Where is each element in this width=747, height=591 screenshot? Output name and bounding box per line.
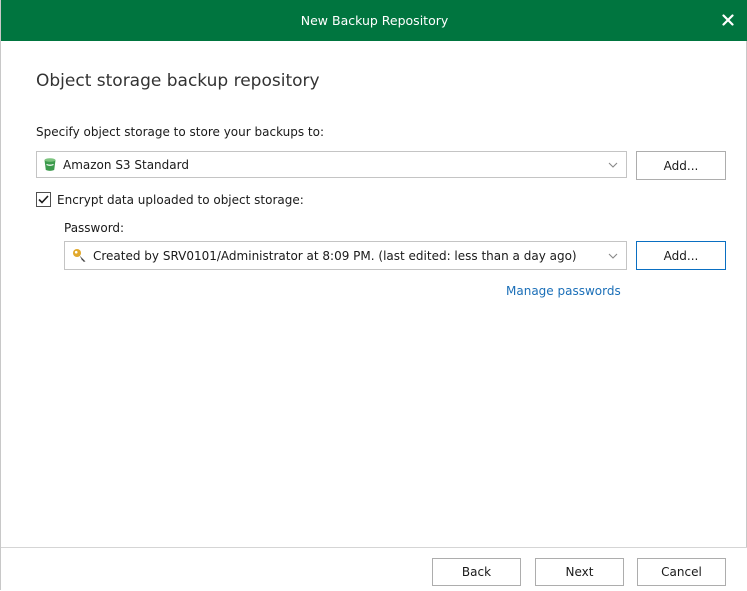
password-value: Created by SRV0101/Administrator at 8:09…	[93, 248, 577, 263]
back-button[interactable]: Back	[432, 558, 521, 586]
encrypt-checkbox[interactable]	[36, 192, 51, 207]
close-button[interactable]	[716, 8, 740, 32]
dialog-window: New Backup Repository Object storage bac…	[0, 0, 747, 591]
add-storage-button[interactable]: Add...	[636, 151, 726, 180]
next-button[interactable]: Next	[535, 558, 624, 586]
window-title: New Backup Repository	[300, 13, 449, 28]
chevron-down-icon	[600, 152, 626, 177]
chevron-down-icon	[600, 242, 626, 269]
dialog-footer: Back Next Cancel	[1, 547, 747, 591]
key-icon	[71, 248, 87, 263]
storage-label: Specify object storage to store your bac…	[36, 125, 325, 139]
title-bar: New Backup Repository	[1, 0, 747, 41]
password-dropdown[interactable]: Created by SRV0101/Administrator at 8:09…	[64, 241, 627, 270]
password-label: Password:	[64, 221, 125, 235]
object-storage-dropdown[interactable]: Amazon S3 Standard	[36, 151, 627, 178]
encrypt-label: Encrypt data uploaded to object storage:	[57, 193, 304, 207]
section-title: Object storage backup repository	[36, 71, 320, 91]
close-icon	[722, 14, 734, 26]
checkmark-icon	[38, 195, 49, 204]
cancel-button[interactable]: Cancel	[637, 558, 726, 586]
add-password-button[interactable]: Add...	[636, 241, 726, 270]
bucket-icon	[42, 157, 58, 172]
storage-value: Amazon S3 Standard	[63, 157, 189, 172]
manage-passwords-link[interactable]: Manage passwords	[506, 284, 621, 298]
